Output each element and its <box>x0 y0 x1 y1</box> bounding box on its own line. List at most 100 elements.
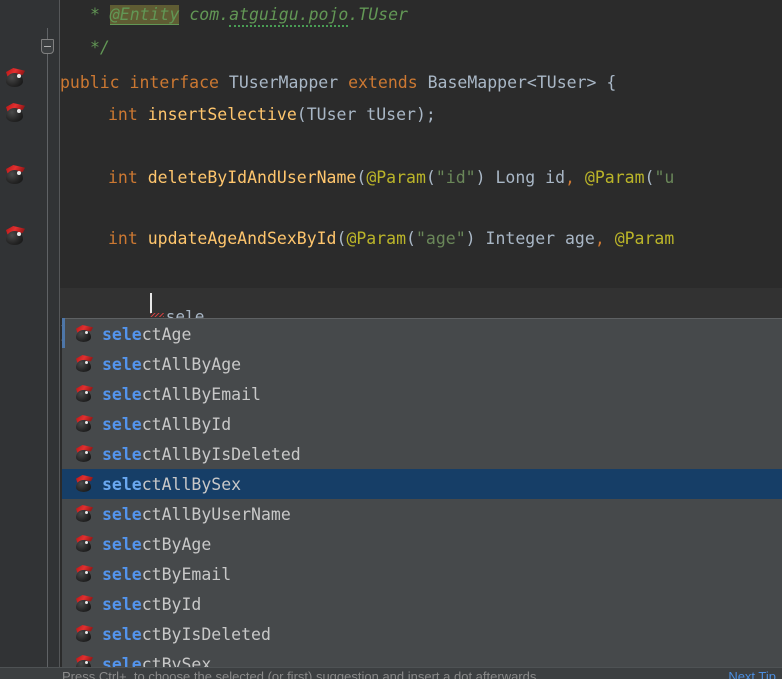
mybatis-icon-body <box>76 630 91 642</box>
mybatis-statement-icon <box>74 624 96 644</box>
mybatis-icon-body <box>76 390 91 402</box>
mybatis-statement-icon <box>74 444 96 464</box>
completion-item-label: selectAllBySex <box>102 475 241 494</box>
mybatis-icon-eye <box>85 661 88 664</box>
mybatis-icon-eye <box>85 331 88 334</box>
completion-item-label: selectAllByEmail <box>102 385 261 404</box>
completion-hint-bar: Press Ctrl+. to choose the selected (or … <box>0 667 782 679</box>
editor-fold-strip[interactable] <box>36 0 60 679</box>
unmatched-suffix: ctAllByEmail <box>141 384 261 404</box>
matched-prefix: sele <box>102 474 142 494</box>
unmatched-suffix: ctById <box>141 594 202 614</box>
completion-item-label: selectAllByIsDeleted <box>102 445 301 464</box>
code-token: ( <box>406 229 416 248</box>
mybatis-icon-body <box>76 420 91 432</box>
code-token: ( <box>644 168 655 187</box>
unmatched-suffix: ctByEmail <box>141 564 232 584</box>
unmatched-suffix: ctAge <box>141 324 192 344</box>
completion-item[interactable]: selectAge <box>62 319 782 349</box>
mybatis-icon-eye <box>85 481 88 484</box>
matched-prefix: sele <box>102 384 142 404</box>
unmatched-suffix: ctAllById <box>141 414 232 434</box>
matched-prefix: sele <box>102 534 142 554</box>
mybatis-statement-icon <box>74 534 96 554</box>
code-token: "id" <box>435 168 476 187</box>
mybatis-statement-icon <box>74 324 96 344</box>
code-completion-popup[interactable]: selectAge selectAllByAge selectAllByEmail s… <box>62 318 782 667</box>
mybatis-icon-eye <box>85 601 88 604</box>
mybatis-statement-icon <box>74 654 96 667</box>
completion-item-label: selectAllByUserName <box>102 505 291 524</box>
mybatis-statement-icon[interactable] <box>4 163 30 185</box>
mybatis-icon-eye <box>85 451 88 454</box>
text-caret <box>150 293 152 313</box>
mybatis-icon-eye <box>85 541 88 544</box>
code-token: "age" <box>415 229 466 248</box>
mybatis-statement-icon <box>74 504 96 524</box>
code-token: atguigu.pojo <box>229 5 349 27</box>
code-line: int updateAgeAndSexById(@Param("age") In… <box>108 224 674 254</box>
completion-item[interactable]: selectById <box>62 589 782 619</box>
code-token: @Param <box>346 229 407 248</box>
code-token: @Param <box>366 168 426 187</box>
code-line: int insertSelective(TUser tUser); <box>108 100 436 130</box>
code-token: * <box>90 5 110 24</box>
completion-item[interactable]: selectAllByUserName <box>62 499 782 529</box>
mybatis-icon-eye <box>85 391 88 394</box>
code-token: .TUser <box>348 5 408 24</box>
mybatis-statement-icon[interactable] <box>4 101 30 123</box>
completion-item-label: selectAllById <box>102 415 231 434</box>
matched-prefix: sele <box>102 414 142 434</box>
code-fold-minus-icon[interactable] <box>41 39 54 54</box>
mybatis-icon-body <box>76 510 91 522</box>
mybatis-icon-eye <box>17 232 21 236</box>
completion-item[interactable]: selectAllByEmail <box>62 379 782 409</box>
code-token: ) <box>475 168 496 187</box>
completion-item-label: selectByIsDeleted <box>102 625 271 644</box>
completion-item-label: selectById <box>102 595 201 614</box>
mybatis-icon-body <box>76 360 91 372</box>
mybatis-statement-icon[interactable] <box>4 224 30 246</box>
code-token: ( <box>425 168 436 187</box>
code-token: int <box>108 168 148 187</box>
code-token: @Param <box>584 168 645 187</box>
mybatis-statement-icon[interactable] <box>4 66 30 88</box>
mybatis-statement-icon <box>74 474 96 494</box>
code-token: , <box>594 229 615 248</box>
hint-text: Press Ctrl+. to choose the selected (or … <box>62 669 537 679</box>
completion-item-list[interactable]: selectAge selectAllByAge selectAllByEmail s… <box>62 319 782 667</box>
completion-item[interactable]: selectBySex <box>62 649 782 667</box>
matched-prefix: sele <box>102 504 142 524</box>
completion-item[interactable]: selectAllBySex <box>62 469 782 499</box>
code-token: deleteByIdAndUserName <box>147 168 357 187</box>
code-token: int <box>108 229 148 248</box>
completion-item[interactable]: selectByIsDeleted <box>62 619 782 649</box>
unmatched-suffix: ctAllByAge <box>141 354 242 374</box>
code-token: com. <box>189 5 230 24</box>
completion-item[interactable]: selectAllByIsDeleted <box>62 439 782 469</box>
matched-prefix: sele <box>102 354 142 374</box>
completion-item[interactable]: selectAllById <box>62 409 782 439</box>
code-token: ( <box>356 168 367 187</box>
next-tip-link[interactable]: Next Tip <box>728 668 776 679</box>
completion-item[interactable]: selectAllByAge <box>62 349 782 379</box>
code-token: insertSelective <box>147 105 297 124</box>
unmatched-suffix: ctBySex <box>141 654 212 668</box>
code-line: * @Entity com.atguigu.pojo.TUser <box>90 0 408 30</box>
completion-item[interactable]: selectByEmail <box>62 559 782 589</box>
code-token: ) <box>465 229 486 248</box>
mybatis-icon-eye <box>17 74 21 78</box>
completion-item[interactable]: selectByAge <box>62 529 782 559</box>
unmatched-suffix: ctByAge <box>141 534 212 554</box>
code-line: public interface TUserMapper extends Bas… <box>60 68 616 98</box>
code-token: Long id <box>495 168 566 187</box>
mybatis-icon-body <box>76 570 91 582</box>
mybatis-icon-body <box>76 660 91 667</box>
code-token: @Param <box>614 229 675 248</box>
code-token: ( <box>336 229 347 248</box>
unmatched-suffix: ctByIsDeleted <box>141 624 271 644</box>
code-token: , <box>565 168 585 187</box>
mybatis-icon-body <box>76 600 91 612</box>
mybatis-statement-icon <box>74 414 96 434</box>
